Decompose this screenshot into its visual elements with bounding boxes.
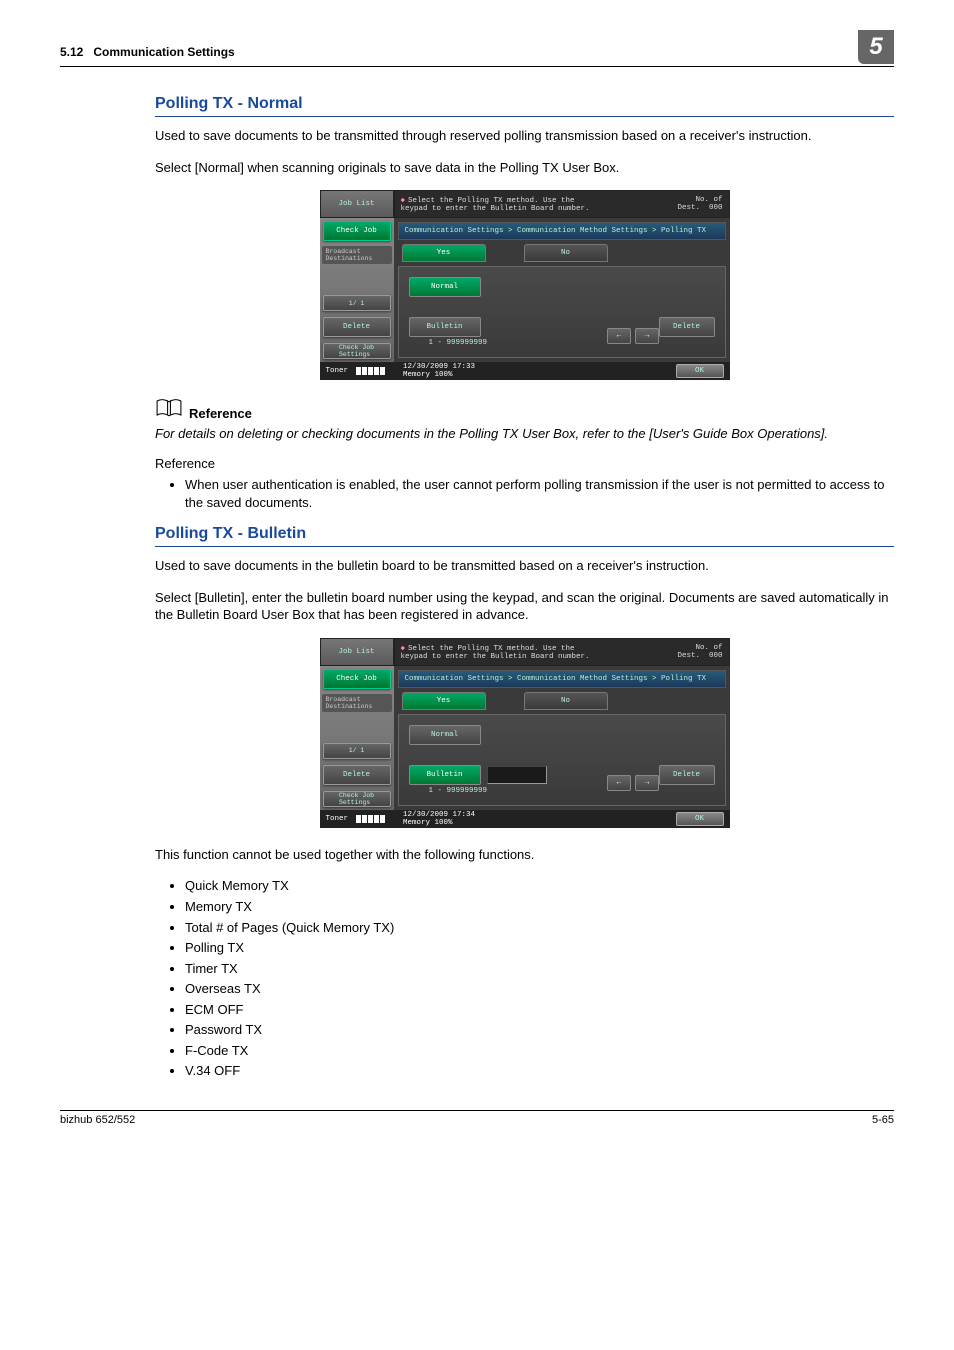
ok-button[interactable]: OK [676, 812, 724, 826]
delete-button[interactable]: Delete [659, 765, 715, 785]
heading-polling-normal: Polling TX - Normal [155, 95, 894, 117]
arrow-right-icon[interactable]: → [635, 328, 659, 344]
list-item: Quick Memory TX [185, 877, 894, 895]
delete-left-button[interactable]: Delete [323, 317, 391, 337]
list-item: When user authentication is enabled, the… [185, 476, 894, 511]
normal-button[interactable]: Normal [409, 277, 481, 297]
bulletin-button[interactable]: Bulletin [409, 765, 481, 785]
paragraph: Select [Bulletin], enter the bulletin bo… [155, 589, 894, 624]
list-item: Timer TX [185, 960, 894, 978]
heading-polling-bulletin: Polling TX - Bulletin [155, 525, 894, 547]
job-list-button[interactable]: Job List [320, 638, 394, 666]
list-item: Password TX [185, 1021, 894, 1039]
arrow-left-icon[interactable]: ← [607, 328, 631, 344]
yes-tab[interactable]: Yes [402, 244, 486, 262]
range-label: 1 - 999999999 [429, 787, 488, 795]
yes-tab[interactable]: Yes [402, 692, 486, 710]
broadcast-label: BroadcastDestinations [322, 246, 392, 264]
bulletin-button[interactable]: Bulletin [409, 317, 481, 337]
datetime-label: 12/30/2009 17:33Memory 100% [403, 363, 475, 379]
ok-button[interactable]: OK [676, 364, 724, 378]
reference-text: For details on deleting or checking docu… [155, 425, 894, 443]
footer-page: 5-65 [872, 1114, 894, 1126]
no-tab[interactable]: No [524, 692, 608, 710]
normal-button[interactable]: Normal [409, 725, 481, 745]
delete-left-button[interactable]: Delete [323, 765, 391, 785]
check-job-button[interactable]: Check Job [323, 669, 391, 689]
check-job-settings-button[interactable]: Check JobSettings [323, 343, 391, 359]
list-intro: This function cannot be used together wi… [155, 846, 894, 864]
bulletin-input[interactable] [487, 766, 547, 784]
pager: 1/ 1 [323, 743, 391, 759]
list-item: Polling TX [185, 939, 894, 957]
paragraph: Used to save documents in the bulletin b… [155, 557, 894, 575]
list-item: V.34 OFF [185, 1062, 894, 1080]
pager: 1/ 1 [323, 295, 391, 311]
check-job-button[interactable]: Check Job [323, 221, 391, 241]
screenshot-panel-1: Job List ◆Select the Polling TX method. … [320, 190, 730, 380]
footer-model: bizhub 652/552 [60, 1114, 135, 1126]
arrow-left-icon[interactable]: ← [607, 775, 631, 791]
no-tab[interactable]: No [524, 244, 608, 262]
list-item: ECM OFF [185, 1001, 894, 1019]
toner-bars-icon [356, 815, 385, 823]
paragraph: Select [Normal] when scanning originals … [155, 159, 894, 177]
toner-bars-icon [356, 367, 385, 375]
reference-heading: Reference [189, 406, 252, 421]
arrow-right-icon[interactable]: → [635, 775, 659, 791]
paragraph: Used to save documents to be transmitted… [155, 127, 894, 145]
list-item: Memory TX [185, 898, 894, 916]
message-area: ◆Select the Polling TX method. Use theke… [394, 638, 730, 666]
book-icon [155, 398, 183, 421]
toner-label: Toner [326, 367, 349, 375]
list-item: Overseas TX [185, 980, 894, 998]
reference-subhead: Reference [155, 455, 894, 473]
message-area: ◆Select the Polling TX method. Use theke… [394, 190, 730, 218]
range-label: 1 - 999999999 [429, 339, 488, 347]
datetime-label: 12/30/2009 17:34Memory 100% [403, 811, 475, 827]
chapter-badge: 5 [858, 30, 894, 64]
breadcrumb: Communication Settings > Communication M… [398, 670, 726, 688]
screenshot-panel-2: Job List ◆Select the Polling TX method. … [320, 638, 730, 828]
delete-button[interactable]: Delete [659, 317, 715, 337]
breadcrumb: Communication Settings > Communication M… [398, 222, 726, 240]
page-header: 5.12 Communication Settings [60, 45, 858, 59]
list-item: F-Code TX [185, 1042, 894, 1060]
list-item: Total # of Pages (Quick Memory TX) [185, 919, 894, 937]
broadcast-label: BroadcastDestinations [322, 694, 392, 712]
job-list-button[interactable]: Job List [320, 190, 394, 218]
toner-label: Toner [326, 815, 349, 823]
check-job-settings-button[interactable]: Check JobSettings [323, 791, 391, 807]
